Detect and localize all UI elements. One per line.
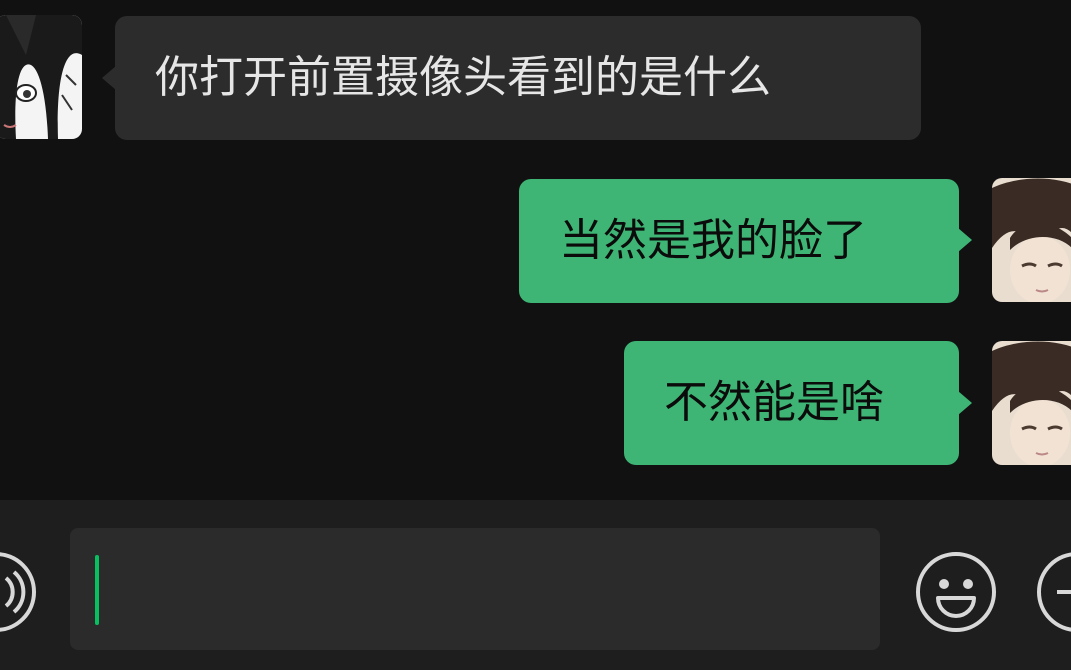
anime-boy-avatar-image [992, 178, 1071, 302]
message-text: 不然能是啥 [664, 377, 884, 428]
message-text: 你打开前置摄像头看到的是什么 [155, 52, 771, 103]
plus-icon [1037, 552, 1071, 632]
text-cursor [95, 555, 99, 625]
contact-avatar[interactable] [0, 15, 82, 139]
emoji-button[interactable] [914, 550, 998, 634]
message-bubble-incoming[interactable]: 你打开前置摄像头看到的是什么 [115, 16, 921, 140]
message-bubble-outgoing[interactable]: 当然是我的脸了 [519, 179, 959, 303]
message-bubble-outgoing[interactable]: 不然能是啥 [624, 341, 959, 465]
bubble-tail [102, 66, 116, 90]
emoji-icon [916, 552, 996, 632]
bubble-tail [958, 391, 972, 415]
bubble-tail [958, 228, 972, 252]
anime-boy-avatar-image [992, 341, 1071, 465]
user-avatar[interactable] [992, 341, 1071, 465]
message-input[interactable] [70, 528, 880, 650]
message-text: 当然是我的脸了 [559, 215, 867, 266]
user-avatar[interactable] [992, 178, 1071, 302]
add-button[interactable] [1035, 550, 1071, 634]
chat-area: 你打开前置摄像头看到的是什么 当然是我的脸了 不然能是啥 [0, 0, 1071, 500]
anime-girl-avatar-image [0, 15, 82, 139]
voice-button[interactable] [0, 550, 38, 634]
voice-icon [0, 552, 36, 632]
